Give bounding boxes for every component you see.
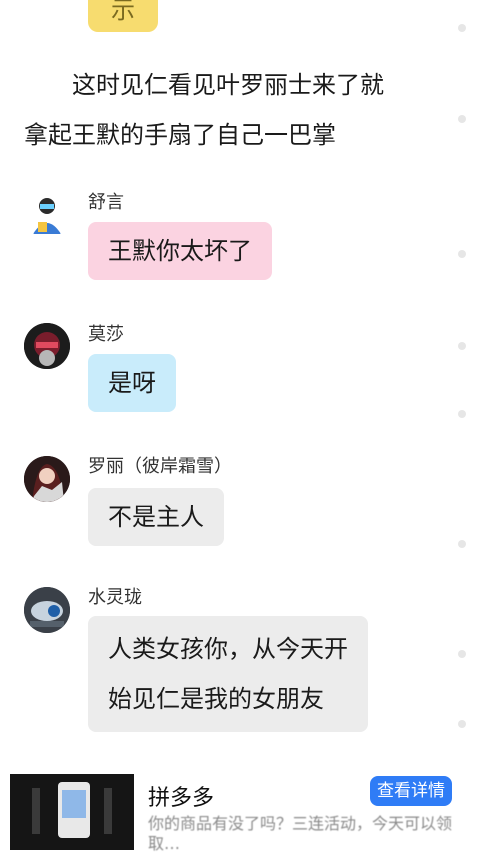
view-details-button[interactable]: 查看详情 (370, 776, 452, 806)
scroll-dot (458, 650, 466, 658)
message-bubble[interactable]: 不是主人 (88, 488, 224, 546)
scroll-dot (458, 540, 466, 548)
scroll-dot (458, 115, 466, 123)
previous-message-bubble: 示 (88, 0, 158, 32)
scroll-dot (458, 24, 466, 32)
narration-line-1: 这时见仁看见叶罗丽士来了就 (24, 71, 384, 99)
scroll-dot (458, 720, 466, 728)
avatar[interactable] (24, 323, 70, 369)
message-bubble[interactable]: 是呀 (88, 354, 176, 412)
narration-line-2: 拿起王默的手扇了自己一巴掌 (24, 121, 336, 149)
previous-message-text: 示 (111, 0, 135, 24)
sender-name: 水灵珑 (88, 587, 142, 608)
message-bubble[interactable]: 人类女孩你，从今天开 始见仁是我的女朋友 (88, 616, 368, 732)
avatar[interactable] (24, 587, 70, 633)
scroll-dot (458, 250, 466, 258)
sender-name: 舒言 (88, 192, 124, 213)
sender-name: 罗丽（彼岸霜雪） (88, 456, 232, 477)
scroll-dot (458, 410, 466, 418)
message-line: 人类女孩你，从今天开 (108, 635, 348, 663)
message-line: 始见仁是我的女朋友 (108, 685, 324, 713)
scroll-dot (458, 342, 466, 350)
ad-title: 拼多多 (148, 786, 215, 811)
message-bubble[interactable]: 王默你太坏了 (88, 222, 272, 280)
sender-name: 莫莎 (88, 324, 124, 345)
ad-banner[interactable]: 拼多多 查看详情 你的商品有没了吗？三连活动，今天可以领取… (0, 770, 480, 854)
ad-description: 你的商品有没了吗？三连活动，今天可以领取… (148, 814, 453, 853)
ad-thumbnail[interactable] (10, 774, 134, 850)
avatar[interactable] (24, 192, 70, 238)
avatar[interactable] (24, 456, 70, 502)
